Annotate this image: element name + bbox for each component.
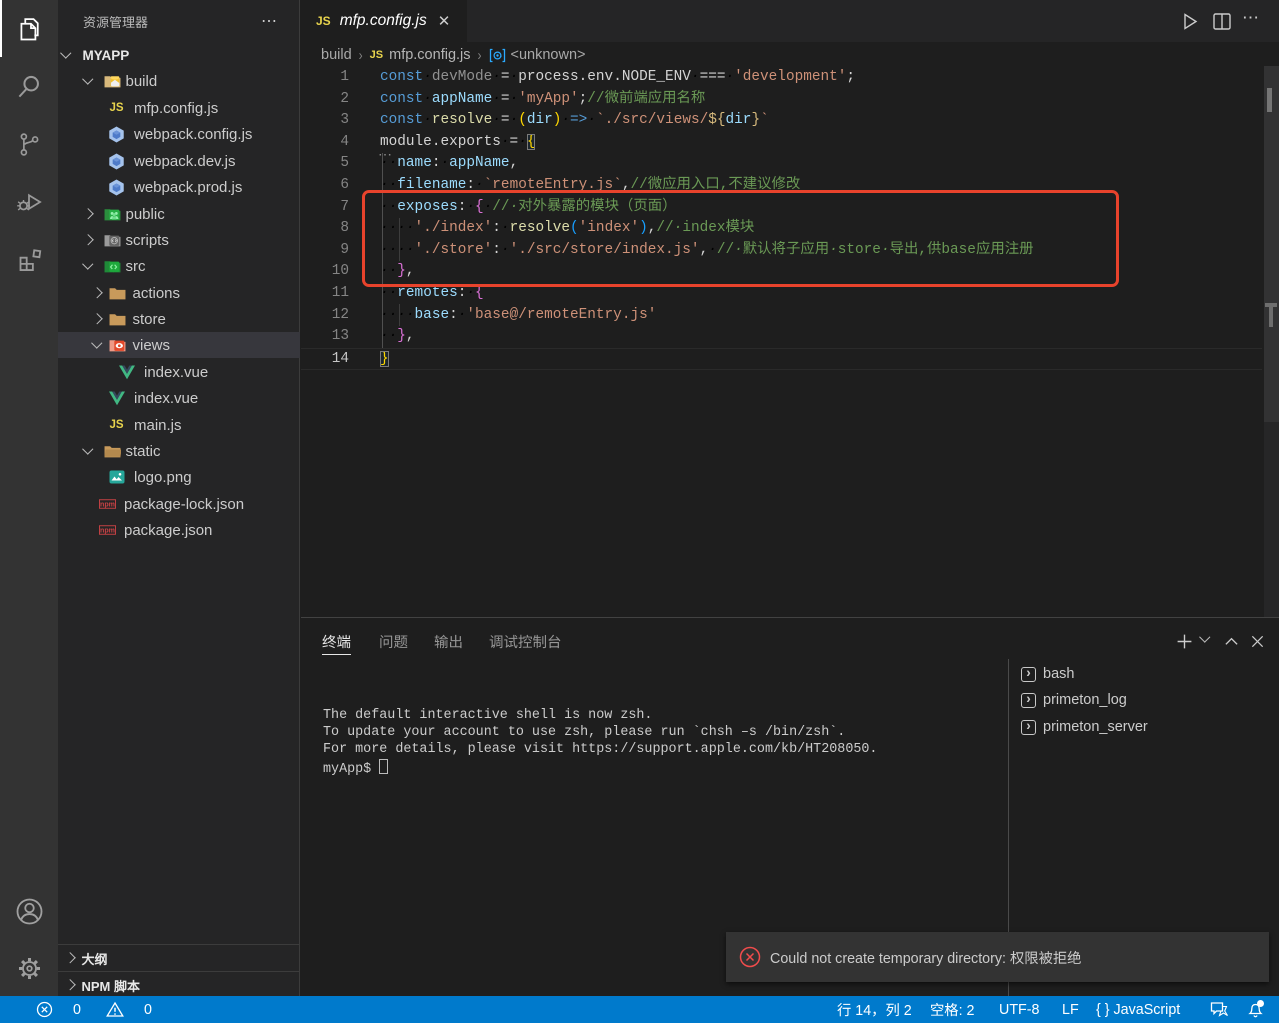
svg-text:npm: npm [100, 527, 115, 535]
svg-text:npm: npm [100, 501, 115, 509]
